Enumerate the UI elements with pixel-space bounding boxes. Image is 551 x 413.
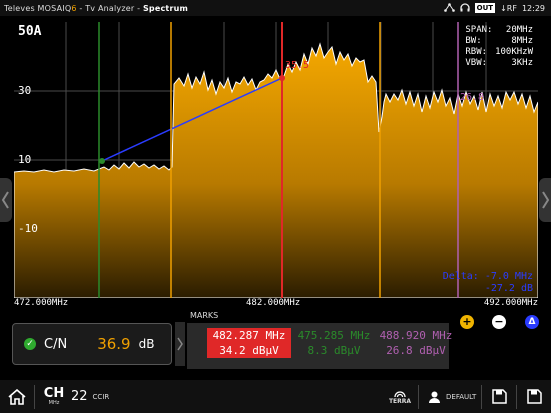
delta-level: -27.2 dB [484,283,533,294]
check-icon: ✓ [24,338,36,350]
freq-start-label: 472.000MHz [14,298,69,308]
channel-plan: CCIR [92,392,110,401]
mark-item-2[interactable]: 475.285 MHz 8.3 dBμV [293,328,375,358]
right-panel-handle[interactable] [539,178,551,222]
spectrum-display[interactable]: 50A 30 10 -10 SPAN: 20MHz BW: 8MHz RBW: 100… [14,22,538,298]
top-status-bar: Televes MOSAIQ6 - Tv Analyzer - Spectrum… [0,0,551,16]
measurement-label: C/N [44,336,68,352]
measurement-unit: dB [138,337,155,351]
marks-panel: MARKS 482.287 MHz 34.2 dBμV 475.285 MHz … [187,311,551,369]
vbw-setting: VBW: 3KHz [465,58,533,68]
y-axis-label-minus-10: -10 [18,222,38,235]
profile-name: DEFAULT [446,392,477,401]
bw-setting: BW: 8MHz [465,36,533,46]
reference-level: 50A [18,24,42,39]
channel-label: CH [43,386,65,401]
frequency-axis: 472.000MHz 482.000MHz 492.000MHz [14,298,538,310]
spectrum-settings: SPAN: 20MHz BW: 8MHz RBW: 100KHzW VBW: 3KHz [465,25,533,69]
app-name: Tv Analyzer [85,3,135,13]
mark-item-1[interactable]: 482.287 MHz 34.2 dBμV [207,328,291,358]
network-icon [443,2,455,14]
spectrum-trace [14,42,538,298]
output-badge: OUT [474,3,496,13]
marks-panel-handle[interactable] [175,322,185,366]
freq-center-label: 482.000MHz [246,298,301,308]
marker-3-level-label: 26.8 [460,92,485,103]
channel-sub-label: MHz [48,400,60,406]
span-setting: SPAN: 20MHz [465,25,533,35]
mark-1-frequency: 482.287 MHz [212,329,286,342]
remove-mark-button[interactable]: − [492,315,506,329]
mark-2-level: 8.3 dBμV [307,344,361,357]
save-data-button[interactable] [517,380,551,413]
marker-1-point [279,75,285,81]
terra-label: TERRA [388,398,412,405]
mark-item-3[interactable]: 488.920 MHz 26.8 dBμV [375,328,457,358]
signal-icon [394,391,406,398]
save-icon [526,389,542,404]
window-title: Televes MOSAIQ6 - Tv Analyzer - Spectrum [0,4,188,13]
rbw-setting: RBW: 100KHzW [465,47,533,57]
y-axis-label-10: 10 [18,153,32,166]
channel-value: 22 [71,389,88,404]
delta-mark-button[interactable]: Δ [525,315,539,329]
save-icon [491,389,507,404]
marker-2-point [99,158,105,164]
channel-info[interactable]: 22 CCIR [65,380,109,413]
home-icon [8,388,26,405]
mark-2-frequency: 475.285 MHz [297,329,371,342]
add-mark-button[interactable]: + [460,315,474,329]
spectrum-plot[interactable] [14,22,538,298]
y-axis-label-30: 30 [18,84,32,97]
clock: 12:29 [521,3,545,13]
title-separator-2: - [134,3,143,13]
marker-1-level-label: 35.5 [285,60,310,71]
left-panel-handle[interactable] [0,178,12,222]
status-area: OUT ↓RF 12:29 [443,0,545,16]
cn-measurement-box[interactable]: ✓ C/N 36.9 dB [12,323,172,365]
view-name: Spectrum [142,3,189,13]
user-icon [429,391,440,403]
mark-3-level: 26.8 dBμV [386,344,446,357]
profile-selector[interactable]: DEFAULT [419,380,481,413]
delta-readout: Delta: -7.0 MHz -27.2 dB [443,271,533,295]
save-screenshot-button[interactable] [482,380,516,413]
terrestrial-mode-button[interactable]: TERRA [382,380,418,413]
freq-end-label: 492.000MHz [483,298,538,308]
mark-1-level: 34.2 dBμV [219,344,279,357]
title-separator: - [76,3,86,13]
chevron-right-icon [542,191,550,209]
chevron-left-icon [1,191,9,209]
brand-name: Televes MOSAIQ [4,3,72,13]
delta-frequency: Delta: -7.0 MHz [442,271,533,282]
measurement-value: 36.9 [97,335,131,353]
rf-indicator: ↓RF [500,3,517,13]
mark-3-frequency: 488.920 MHz [379,329,453,342]
chevron-right-icon [177,337,183,351]
home-button[interactable] [0,380,34,413]
marks-title: MARKS [190,311,219,320]
channel-selector[interactable]: CH MHz [35,380,65,413]
headphones-icon [459,2,470,14]
bottom-toolbar: CH MHz 22 CCIR TERRA DEFAULT [0,380,551,413]
